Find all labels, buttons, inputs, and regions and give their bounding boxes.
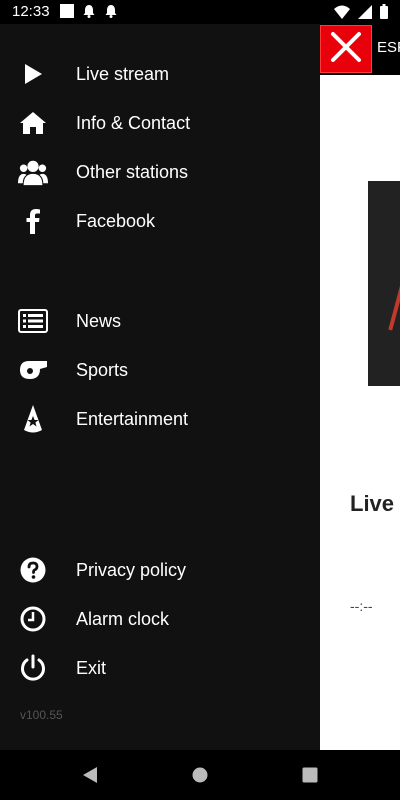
back-icon[interactable] — [78, 763, 102, 787]
menu-item-facebook[interactable]: Facebook — [0, 199, 320, 243]
app-title: ESP — [377, 39, 400, 56]
version-label: v100.55 — [20, 708, 63, 722]
live-heading: Live — [350, 491, 395, 516]
whistle-icon — [18, 355, 48, 385]
app-notification-icon — [60, 4, 74, 23]
menu-item-sports[interactable]: Sports — [0, 348, 320, 392]
recents-icon[interactable] — [298, 763, 322, 787]
users-icon — [18, 157, 48, 187]
menu-item-label: Other stations — [76, 161, 189, 182]
clock-icon — [18, 604, 48, 634]
menu-item-live-stream[interactable]: Live stream — [0, 52, 320, 96]
signal-icon — [358, 4, 372, 24]
status-time: 12:33 — [12, 3, 50, 20]
menu-item-privacy-policy[interactable]: Privacy policy — [0, 548, 320, 592]
system-nav-bar — [0, 750, 400, 800]
close-icon — [329, 30, 363, 69]
menu-item-alarm-clock[interactable]: Alarm clock — [0, 597, 320, 641]
play-icon — [18, 59, 48, 89]
bell-icon — [82, 4, 96, 23]
menu-item-label: Entertainment — [76, 408, 189, 429]
playback-timer: --:-- — [350, 598, 373, 614]
power-icon — [18, 653, 48, 683]
menu-item-label: Info & Contact — [76, 112, 191, 133]
question-icon — [18, 555, 48, 585]
menu-item-entertainment[interactable]: Entertainment — [0, 397, 320, 441]
wifi-icon — [334, 5, 350, 24]
home-icon — [18, 108, 48, 138]
menu-item-label: Sports — [76, 359, 129, 380]
app-toolbar: ESP — [320, 24, 400, 75]
menu-item-other-stations[interactable]: Other stations — [0, 150, 320, 194]
navigation-drawer: Live stream Info & Contact Other station… — [0, 24, 320, 750]
menu-item-label: Privacy policy — [76, 559, 187, 580]
facebook-icon — [18, 206, 48, 236]
spotlight-icon — [18, 404, 48, 434]
battery-icon — [380, 4, 388, 24]
menu-item-label: News — [76, 310, 122, 331]
close-button[interactable] — [320, 25, 372, 73]
menu-item-news[interactable]: News — [0, 299, 320, 343]
menu-item-exit[interactable]: Exit — [0, 646, 320, 690]
station-image — [368, 181, 400, 386]
menu-item-label: Alarm clock — [76, 608, 170, 629]
status-bar: 12:33 — [0, 0, 400, 24]
menu-item-label: Live stream — [76, 63, 170, 84]
home-icon[interactable] — [188, 763, 212, 787]
newspaper-icon — [18, 306, 48, 336]
bell-icon — [104, 4, 118, 23]
menu-item-info-contact[interactable]: Info & Contact — [0, 101, 320, 145]
menu-item-label: Exit — [76, 657, 107, 678]
background-app: ESP Live --:-- — [320, 24, 400, 750]
menu-item-label: Facebook — [76, 210, 156, 231]
